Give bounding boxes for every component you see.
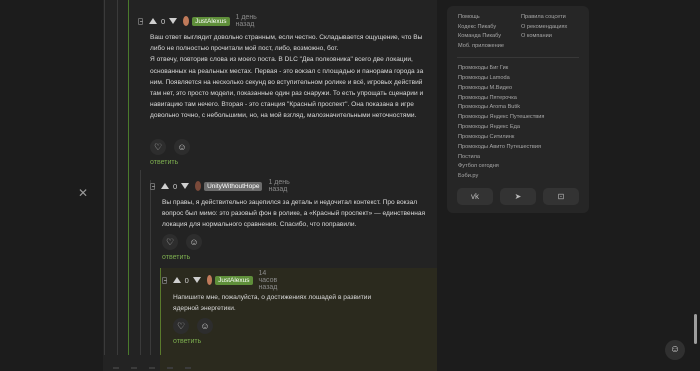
vk-icon[interactable]: vk <box>457 188 493 205</box>
thread-line[interactable] <box>128 0 129 355</box>
reply-button[interactable]: ответить <box>150 159 178 166</box>
heart-icon[interactable]: ♡ <box>150 139 166 155</box>
collapse-comment-button[interactable] <box>150 182 155 190</box>
emoji-icon[interactable]: ☺ <box>197 318 213 334</box>
comment-actions: ♡ ☺ <box>150 139 190 155</box>
toolbar-dash <box>167 367 173 369</box>
author-name[interactable]: JustAlexus <box>215 275 253 285</box>
promo-link[interactable]: Промокоды Ситилинк <box>458 133 544 143</box>
comment-actions: ♡ ☺ <box>173 318 213 334</box>
promo-link[interactable]: Постила <box>458 153 544 163</box>
reply-button[interactable]: ответить <box>173 338 201 345</box>
comment-actions: ♡ ☺ <box>162 234 202 250</box>
thread-line[interactable] <box>117 0 118 355</box>
upvote-button[interactable] <box>160 183 169 189</box>
downvote-button[interactable] <box>181 183 190 189</box>
promo-link[interactable]: Бэби.ру <box>458 172 544 182</box>
sidebar-link[interactable]: О компании <box>521 32 567 42</box>
thread-line[interactable] <box>160 268 161 355</box>
comment-body: Ваш ответ выглядит довольно странным, ес… <box>150 34 424 120</box>
comments-feed: 0 JustAlexus 1 день назад Ваш ответ выгл… <box>103 0 437 371</box>
collapse-comment-button[interactable] <box>138 17 143 25</box>
avatar[interactable] <box>206 275 213 285</box>
comment-score: 0 <box>184 275 189 285</box>
comment-header: 0 JustAlexus 1 день назад <box>138 14 260 28</box>
promo-link[interactable]: Промокоды Биг Гик <box>458 64 544 74</box>
sidebar-link[interactable]: Команда Пикабу <box>458 32 504 42</box>
downvote-button[interactable] <box>169 18 178 24</box>
toolbar-dash <box>185 367 191 369</box>
comment-time[interactable]: 1 день назад <box>236 14 261 28</box>
divider <box>457 57 579 58</box>
thread-line[interactable] <box>150 180 151 355</box>
reply-button[interactable]: ответить <box>162 254 190 261</box>
promo-link[interactable]: Промокоды Пятерочка <box>458 94 544 104</box>
upvote-button[interactable] <box>172 277 181 283</box>
toolbar-dash <box>149 367 155 369</box>
heart-icon[interactable]: ♡ <box>162 234 178 250</box>
emoji-icon[interactable]: ☺ <box>186 234 202 250</box>
author-name[interactable]: JustAlexus <box>192 16 230 26</box>
promo-link[interactable]: Футбол сегодня <box>458 162 544 172</box>
comment-time[interactable]: 1 день назад <box>268 179 293 193</box>
toolbar-dash <box>113 367 119 369</box>
promo-link[interactable]: Промокоды М.Видео <box>458 84 544 94</box>
sidebar-link[interactable]: Кодекс Пикабу <box>458 23 504 33</box>
odnoklassniki-icon[interactable]: ⊡ <box>543 188 579 205</box>
comment-header: 0 JustAlexus 14 часов назад <box>162 270 284 291</box>
comment-header: 0 UnityWithoutHope 1 день назад <box>150 179 293 193</box>
info-links-left: Помощь Кодекс Пикабу Команда Пикабу Моб.… <box>458 13 504 51</box>
emoji-icon[interactable]: ☺ <box>174 139 190 155</box>
emoji-icon[interactable]: ☺ <box>665 340 685 360</box>
close-icon[interactable]: ✕ <box>73 186 93 200</box>
promo-link[interactable]: Промокоды Яндекс Путешествия <box>458 113 544 123</box>
bottom-toolbar <box>103 364 437 371</box>
info-links-right: Правила соцсети О рекомендациях О компан… <box>521 13 567 42</box>
avatar[interactable] <box>183 16 190 26</box>
downvote-button[interactable] <box>192 277 201 283</box>
thread-line[interactable] <box>140 170 141 355</box>
page: 0 JustAlexus 1 день назад Ваш ответ выгл… <box>0 0 700 371</box>
telegram-icon[interactable]: ➤ <box>500 188 536 205</box>
scrollbar[interactable] <box>694 314 697 344</box>
thread-line[interactable] <box>104 0 105 355</box>
sidebar-link[interactable]: Помощь <box>458 13 504 23</box>
comment-body: Напишите мне, пожалуйста, о достижениях … <box>173 294 372 313</box>
promo-links: Промокоды Биг Гик Промокоды Lamoda Промо… <box>458 64 544 182</box>
footer-sidebar: Помощь Кодекс Пикабу Команда Пикабу Моб.… <box>447 6 589 213</box>
heart-icon[interactable]: ♡ <box>173 318 189 334</box>
promo-link[interactable]: Промокоды Aroma Butik <box>458 103 544 113</box>
promo-link[interactable]: Промокоды Яндекс Еда <box>458 123 544 133</box>
collapse-comment-button[interactable] <box>162 276 167 284</box>
comment-score: 0 <box>172 181 178 191</box>
sidebar-link[interactable]: О рекомендациях <box>521 23 567 33</box>
sidebar-link[interactable]: Моб. приложение <box>458 42 504 52</box>
avatar[interactable] <box>195 181 202 191</box>
comment-time[interactable]: 14 часов назад <box>259 270 285 291</box>
toolbar-dash <box>131 367 137 369</box>
sidebar-link[interactable]: Правила соцсети <box>521 13 567 23</box>
comment-body: Вы правы, я действительно зацепился за д… <box>162 199 426 229</box>
comment-score: 0 <box>160 16 166 26</box>
author-name[interactable]: UnityWithoutHope <box>204 181 263 191</box>
promo-link[interactable]: Промокоды Lamoda <box>458 74 544 84</box>
promo-link[interactable]: Промокоды Авито Путешествия <box>458 143 544 153</box>
upvote-button[interactable] <box>148 18 157 24</box>
